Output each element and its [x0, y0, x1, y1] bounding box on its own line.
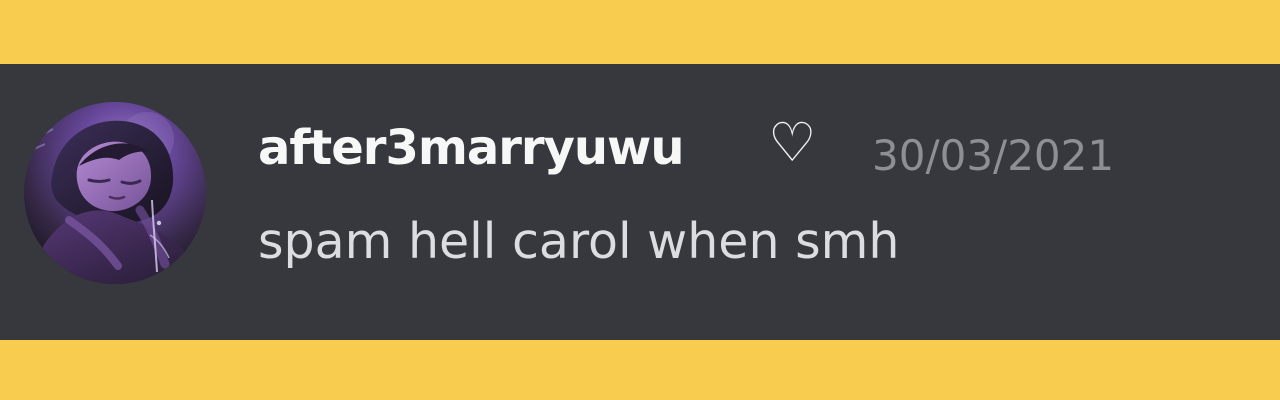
user-avatar-icon[interactable]: [24, 102, 206, 284]
message-text: spam hell carol when smh: [258, 213, 900, 270]
message-timestamp: 30/03/2021: [872, 131, 1115, 180]
avatar-image: [24, 102, 206, 284]
heart-icon: ♡: [768, 111, 817, 174]
username[interactable]: after3marryuwu: [258, 124, 685, 172]
